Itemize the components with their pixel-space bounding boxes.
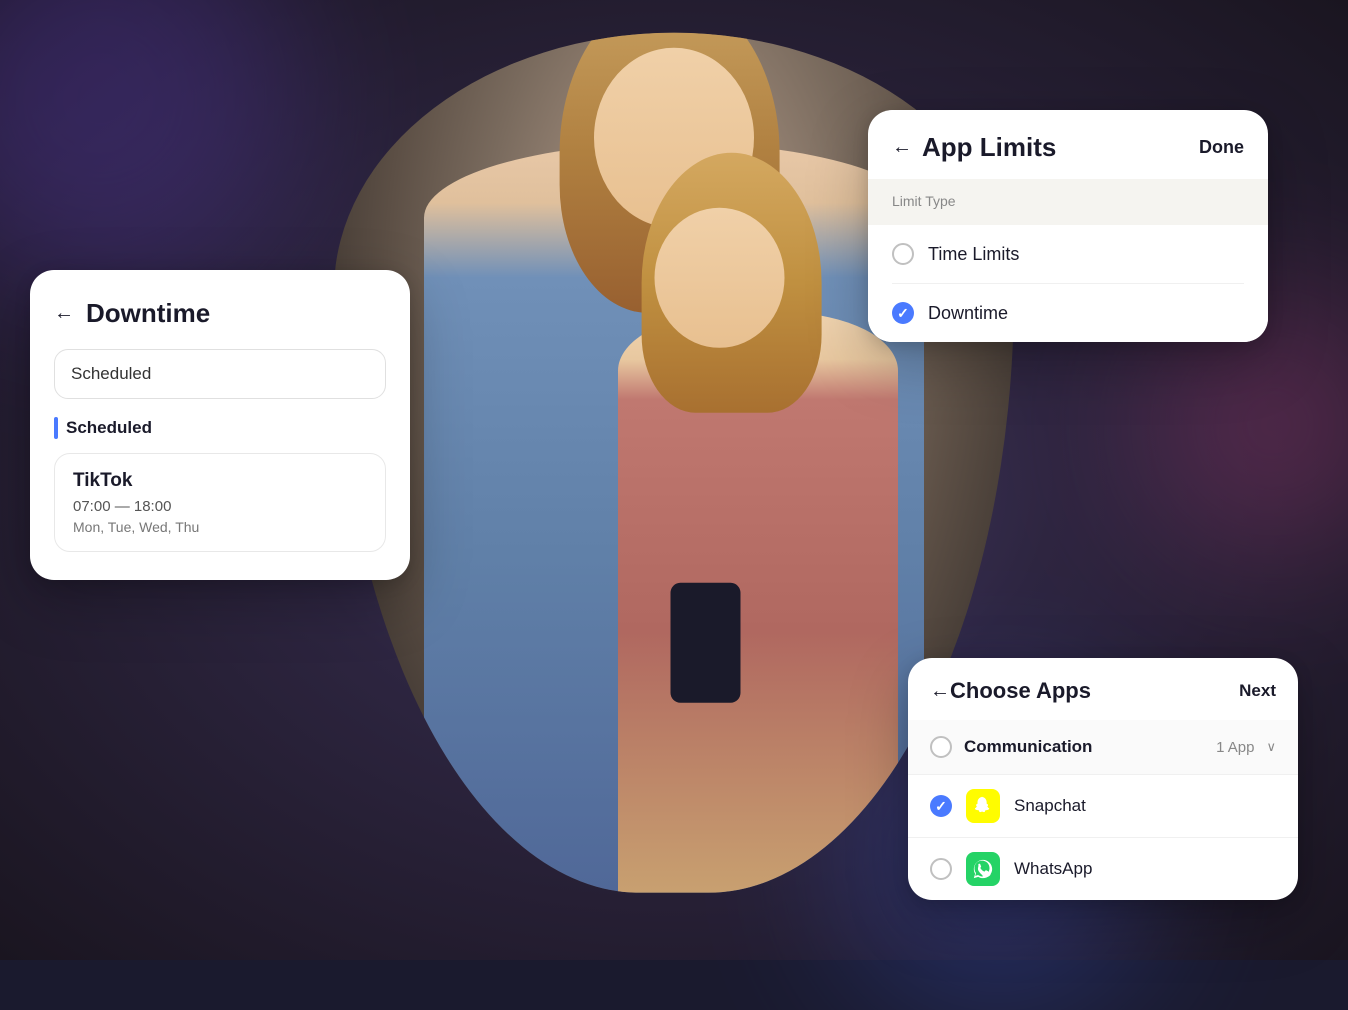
tiktok-days: Mon, Tue, Wed, Thu [73, 519, 367, 535]
downtime-card-header: ← Downtime [54, 298, 386, 329]
app-limits-card: ← App Limits Done Limit Type Time Limits… [868, 110, 1268, 342]
choose-apps-back-button[interactable]: ← [930, 680, 950, 703]
downtime-section-label: Scheduled [54, 417, 386, 439]
app-limits-header: ← App Limits Done [868, 110, 1268, 179]
section-indicator [54, 417, 58, 439]
chevron-down-icon: ∨ [1266, 739, 1276, 755]
choose-apps-header: ← Choose Apps Next [908, 658, 1298, 720]
whatsapp-checkbox[interactable] [930, 858, 952, 880]
limit-options-list: Time Limits Downtime [868, 225, 1268, 342]
downtime-radio[interactable] [892, 302, 914, 324]
whatsapp-name: WhatsApp [1014, 859, 1092, 879]
downtime-back-button[interactable]: ← [54, 302, 74, 325]
app-limits-done-button[interactable]: Done [1199, 137, 1244, 158]
downtime-card-title: Downtime [86, 298, 210, 329]
time-limits-radio[interactable] [892, 243, 914, 265]
choose-apps-title: Choose Apps [950, 678, 1091, 704]
tiktok-name: TikTok [73, 470, 367, 492]
app-limits-title: App Limits [922, 132, 1056, 163]
app-limits-back-button[interactable]: ← [892, 136, 912, 159]
time-limits-label: Time Limits [928, 244, 1019, 265]
whatsapp-app-row[interactable]: WhatsApp [908, 837, 1298, 900]
time-limits-option[interactable]: Time Limits [892, 225, 1244, 284]
whatsapp-icon [966, 852, 1000, 886]
bg-blob-1 [0, 0, 300, 300]
choose-apps-next-button[interactable]: Next [1239, 681, 1276, 701]
communication-label: Communication [964, 737, 1092, 757]
communication-count: 1 App [1216, 739, 1254, 756]
downtime-label: Downtime [928, 303, 1008, 324]
downtime-card: ← Downtime Scheduled Scheduled TikTok 07… [30, 270, 410, 580]
tiktok-entry[interactable]: TikTok 07:00 — 18:00 Mon, Tue, Wed, Thu [54, 453, 386, 552]
limit-type-section: Limit Type [868, 179, 1268, 225]
tiktok-time: 07:00 — 18:00 [73, 498, 367, 515]
limit-type-label: Limit Type [892, 193, 956, 209]
snapchat-app-row[interactable]: Snapchat [908, 774, 1298, 837]
downtime-option[interactable]: Downtime [892, 284, 1244, 342]
snapchat-icon [966, 789, 1000, 823]
snapchat-checkbox[interactable] [930, 795, 952, 817]
communication-radio[interactable] [930, 736, 952, 758]
choose-apps-card: ← Choose Apps Next Communication 1 App ∨… [908, 658, 1298, 900]
downtime-scheduled-input[interactable]: Scheduled [54, 349, 386, 399]
communication-category-row[interactable]: Communication 1 App ∨ [908, 720, 1298, 774]
snapchat-name: Snapchat [1014, 796, 1086, 816]
